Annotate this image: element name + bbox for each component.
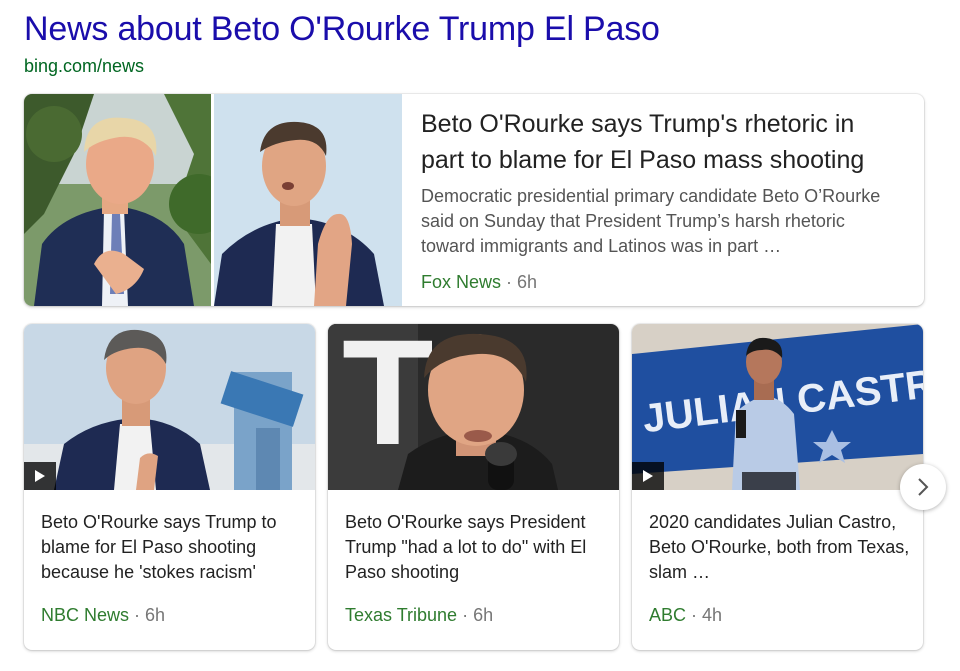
card-title[interactable]: Beto O'Rourke says President Trump "had … bbox=[345, 510, 607, 585]
card-source[interactable]: ABC bbox=[649, 605, 686, 625]
news-card-abc[interactable]: JULIAN CASTRO 2020 candidates Julian Cas… bbox=[632, 324, 923, 650]
featured-meta: Fox News · 6h bbox=[421, 272, 537, 293]
card-meta: ABC · 4h bbox=[649, 605, 722, 626]
card-age: 4h bbox=[702, 605, 723, 625]
meta-separator: · bbox=[134, 605, 141, 625]
featured-source[interactable]: Fox News bbox=[421, 272, 501, 292]
trump-photo bbox=[24, 94, 211, 306]
featured-age: 6h bbox=[517, 272, 538, 292]
card-age: 6h bbox=[145, 605, 166, 625]
card-title[interactable]: Beto O'Rourke says Trump to blame for El… bbox=[41, 510, 303, 585]
play-icon[interactable] bbox=[632, 462, 664, 490]
featured-snippet: Democratic presidential primary candidat… bbox=[421, 186, 881, 256]
meta-separator: · bbox=[691, 605, 698, 625]
carousel-next-button[interactable] bbox=[900, 464, 946, 510]
orourke-microphone-photo: T bbox=[328, 324, 619, 490]
meta-separator: · bbox=[462, 605, 469, 625]
news-card-texas-tribune[interactable]: T Beto O'Rourke says President Trump "ha… bbox=[328, 324, 619, 650]
orourke-nbc-photo bbox=[24, 324, 315, 490]
card-source[interactable]: Texas Tribune bbox=[345, 605, 457, 625]
featured-news-card[interactable]: Beto O'Rourke says Trump's rhetoric in p… bbox=[24, 94, 924, 306]
news-heading-link[interactable]: News about Beto O'Rourke Trump El Paso bbox=[24, 10, 660, 49]
card-meta: Texas Tribune · 6h bbox=[345, 605, 493, 626]
orourke-photo bbox=[214, 94, 402, 306]
card-title[interactable]: 2020 candidates Julian Castro, Beto O'Ro… bbox=[649, 510, 911, 585]
meta-separator: · bbox=[506, 272, 513, 292]
source-url: bing.com/news bbox=[24, 56, 145, 76]
card-source[interactable]: NBC News bbox=[41, 605, 129, 625]
card-meta: NBC News · 6h bbox=[41, 605, 165, 626]
castro-rally-photo: JULIAN CASTRO bbox=[632, 324, 923, 490]
featured-title[interactable]: Beto O'Rourke says Trump's rhetoric in p… bbox=[421, 106, 901, 178]
card-age: 6h bbox=[473, 605, 494, 625]
news-card-nbc[interactable]: Beto O'Rourke says Trump to blame for El… bbox=[24, 324, 315, 650]
play-icon[interactable] bbox=[24, 462, 56, 490]
